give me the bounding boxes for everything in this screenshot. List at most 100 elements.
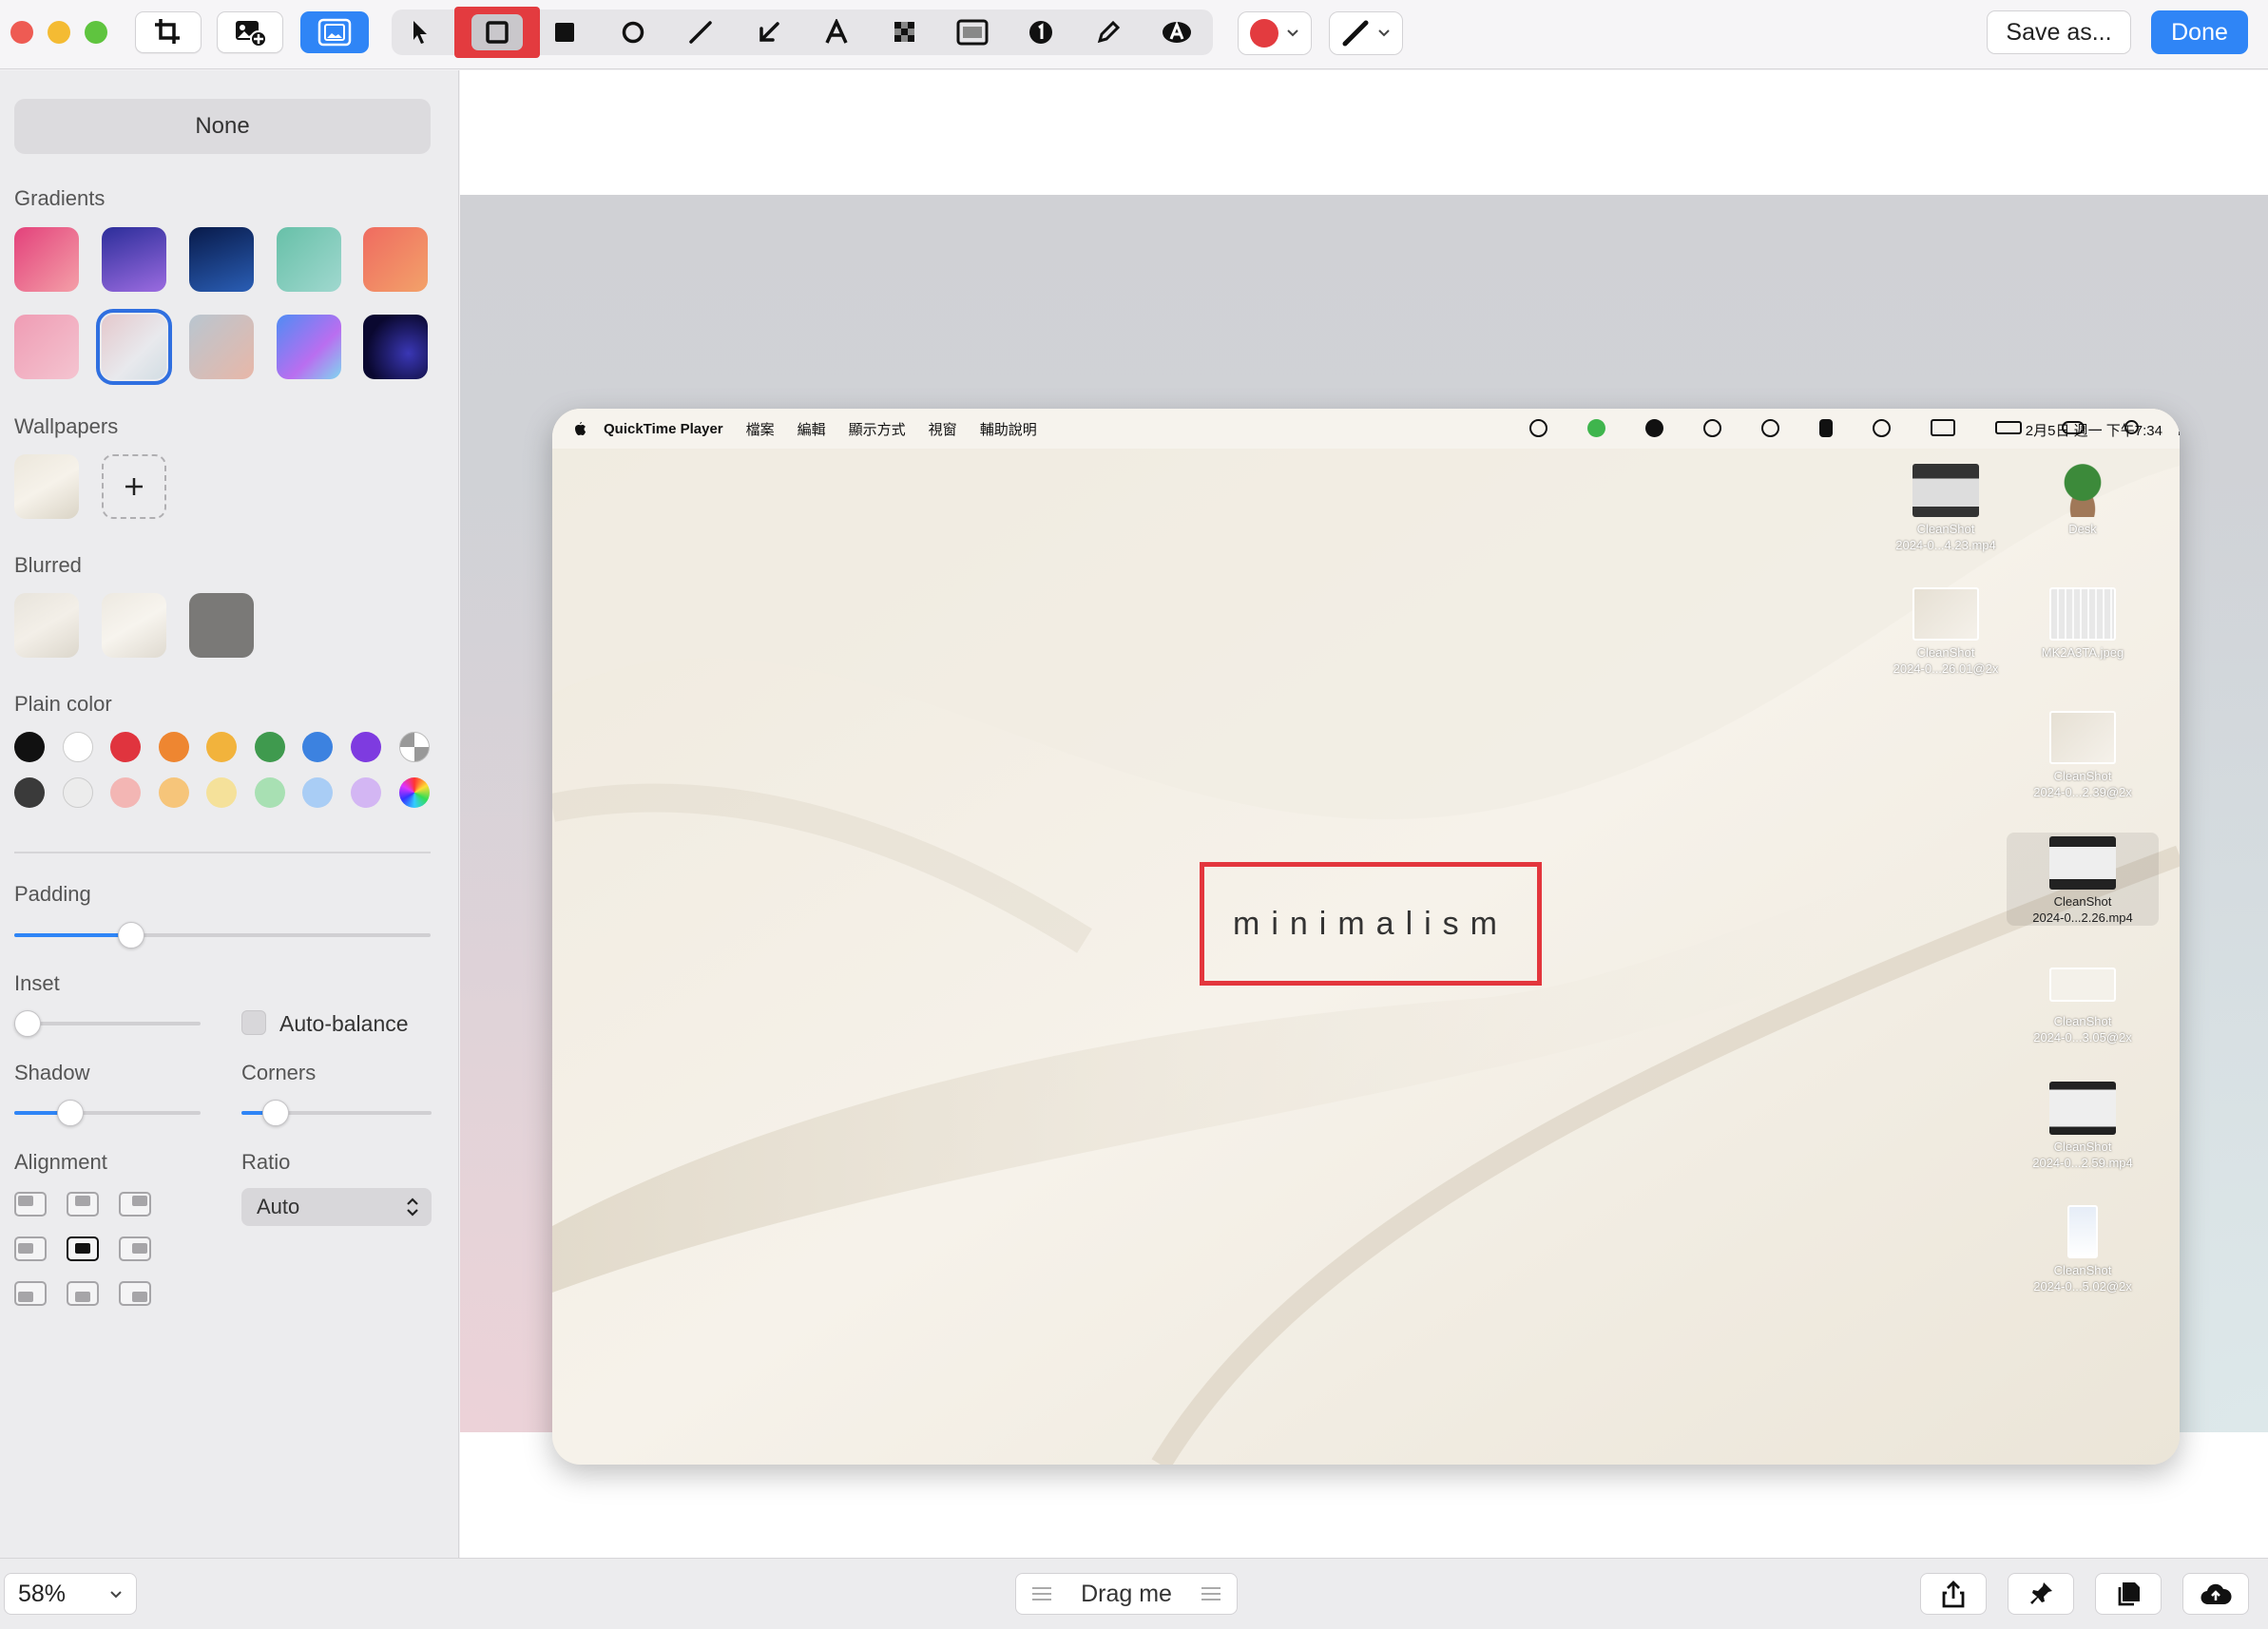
gradient-swatch-4[interactable] bbox=[277, 227, 341, 292]
desktop-icon[interactable]: Desk bbox=[2007, 464, 2159, 537]
plain-color-swatch[interactable] bbox=[14, 777, 45, 808]
desktop-icon-selected[interactable]: CleanShot 2024-0...2.26.mp4 bbox=[2007, 833, 2159, 926]
ratio-select[interactable]: Auto bbox=[241, 1188, 432, 1226]
plain-color-swatch[interactable] bbox=[206, 732, 237, 762]
desktop-icon[interactable]: CleanShot 2024-0...3.05@2x bbox=[2007, 958, 2159, 1045]
inset-slider[interactable] bbox=[14, 1010, 201, 1037]
plain-color-swatch[interactable] bbox=[158, 732, 189, 762]
chevron-down-icon bbox=[1378, 29, 1390, 37]
plain-color-swatch[interactable] bbox=[110, 732, 141, 762]
plain-color-swatch[interactable] bbox=[62, 777, 93, 808]
rectangle-tool[interactable] bbox=[454, 7, 540, 58]
auto-balance-checkbox[interactable] bbox=[241, 1010, 266, 1035]
desktop-icon[interactable]: CleanShot 2024-0...2.39@2x bbox=[2007, 711, 2159, 800]
gradient-swatch-2[interactable] bbox=[102, 227, 166, 292]
desktop-icon[interactable]: CleanShot 2024-0...26.01@2x bbox=[1870, 587, 2022, 677]
alignment-option[interactable] bbox=[67, 1236, 99, 1261]
pencil-tool[interactable] bbox=[1080, 10, 1137, 55]
pointer-tool[interactable] bbox=[392, 10, 449, 55]
close-window-button[interactable] bbox=[10, 21, 33, 44]
padding-slider[interactable] bbox=[14, 922, 431, 949]
stroke-style-dropdown[interactable] bbox=[1329, 11, 1403, 55]
alignment-option[interactable] bbox=[67, 1281, 99, 1306]
plain-color-swatch[interactable] bbox=[302, 777, 333, 808]
gradient-swatch-3[interactable] bbox=[189, 227, 254, 292]
line-tool[interactable] bbox=[672, 10, 729, 55]
pin-button[interactable] bbox=[2008, 1573, 2074, 1615]
background-image-icon bbox=[317, 18, 352, 47]
alignment-option[interactable] bbox=[14, 1192, 47, 1217]
ellipse-icon bbox=[622, 21, 644, 44]
plain-color-swatch[interactable] bbox=[62, 732, 93, 762]
zoom-dropdown[interactable]: 58% bbox=[4, 1573, 137, 1615]
shadow-slider-knob[interactable] bbox=[56, 1100, 84, 1126]
plain-color-swatch[interactable] bbox=[254, 732, 285, 762]
image-plus-icon bbox=[236, 21, 267, 48]
alignment-option[interactable] bbox=[119, 1281, 151, 1306]
gradient-swatch-1[interactable] bbox=[14, 227, 79, 292]
arrow-tool[interactable] bbox=[740, 10, 798, 55]
desktop-icon[interactable]: CleanShot 2024-0...2.59.mp4 bbox=[2007, 1082, 2159, 1171]
alignment-option[interactable] bbox=[67, 1192, 99, 1217]
share-button[interactable] bbox=[1920, 1573, 1987, 1615]
alignment-option[interactable] bbox=[14, 1236, 47, 1261]
filled-rectangle-tool[interactable] bbox=[536, 10, 593, 55]
alignment-option[interactable] bbox=[119, 1236, 151, 1261]
highlighter-tool[interactable] bbox=[1148, 10, 1205, 55]
custom-color-picker[interactable] bbox=[399, 777, 430, 808]
plain-color-swatch[interactable] bbox=[302, 732, 333, 762]
desktop-icon[interactable]: MK2A3TA.jpeg bbox=[2007, 587, 2159, 661]
text-tool[interactable] bbox=[808, 10, 865, 55]
gradient-swatch-5[interactable] bbox=[363, 227, 428, 292]
shadow-slider[interactable] bbox=[14, 1100, 201, 1126]
plain-color-swatch[interactable] bbox=[158, 777, 189, 808]
crop-button[interactable] bbox=[135, 11, 202, 53]
blurred-swatch-3[interactable] bbox=[189, 593, 254, 658]
gradient-swatch-10[interactable] bbox=[363, 315, 428, 379]
inset-slider-knob[interactable] bbox=[14, 1010, 41, 1037]
copy-button[interactable] bbox=[2095, 1573, 2162, 1615]
plain-color-swatch[interactable] bbox=[206, 777, 237, 808]
gradient-swatch-6[interactable] bbox=[14, 315, 79, 379]
plain-color-swatch[interactable] bbox=[350, 777, 381, 808]
gradient-swatch-8[interactable] bbox=[189, 315, 254, 379]
add-wallpaper-button[interactable] bbox=[102, 454, 166, 519]
zoom-window-button[interactable] bbox=[85, 21, 107, 44]
alignment-option[interactable] bbox=[119, 1192, 151, 1217]
alignment-option[interactable] bbox=[14, 1281, 47, 1306]
add-image-button[interactable] bbox=[217, 11, 283, 53]
captured-screenshot[interactable]: QuickTime Player 檔案 編輯 顯示方式 視窗 輔助說明 2月5日… bbox=[552, 409, 2180, 1465]
desktop-icon[interactable]: CleanShot 2024-0...4.23.mp4 bbox=[1870, 464, 2022, 553]
gradient-swatch-9[interactable] bbox=[277, 315, 341, 379]
drag-me-handle[interactable]: Drag me bbox=[1015, 1573, 1238, 1615]
save-as-button[interactable]: Save as... bbox=[1987, 10, 2131, 54]
transparent-color-swatch[interactable] bbox=[399, 732, 430, 762]
plain-color-swatch[interactable] bbox=[14, 732, 45, 762]
none-background-button[interactable]: None bbox=[14, 99, 431, 154]
corners-slider-knob[interactable] bbox=[262, 1100, 289, 1126]
plain-color-swatch[interactable] bbox=[110, 777, 141, 808]
counter-icon bbox=[1029, 21, 1052, 44]
background-tool-button[interactable] bbox=[300, 11, 369, 53]
padding-slider-knob[interactable] bbox=[117, 922, 144, 949]
drag-handle-icon bbox=[1032, 1587, 1052, 1600]
counter-tool[interactable] bbox=[1012, 10, 1069, 55]
rectangle-annotation[interactable]: minimalism bbox=[1200, 862, 1542, 986]
cloud-upload-button[interactable] bbox=[2182, 1573, 2249, 1615]
ellipse-tool[interactable] bbox=[605, 10, 662, 55]
wallpaper-swatch[interactable] bbox=[14, 454, 79, 519]
minimize-window-button[interactable] bbox=[48, 21, 70, 44]
color-picker-dropdown[interactable] bbox=[1238, 11, 1312, 55]
blurred-swatch-2[interactable] bbox=[102, 593, 166, 658]
copy-icon bbox=[2118, 1582, 2140, 1606]
done-button[interactable]: Done bbox=[2151, 10, 2248, 54]
corners-slider[interactable] bbox=[241, 1100, 432, 1126]
spotlight-tool[interactable] bbox=[944, 10, 1001, 55]
blurred-swatch-1[interactable] bbox=[14, 593, 79, 658]
plain-color-swatch[interactable] bbox=[350, 732, 381, 762]
plain-color-label: Plain color bbox=[14, 692, 112, 716]
gradient-swatch-7[interactable] bbox=[96, 309, 172, 385]
pixelate-tool[interactable] bbox=[876, 10, 933, 55]
plain-color-swatch[interactable] bbox=[254, 777, 285, 808]
desktop-icon[interactable]: CleanShot 2024-0...5.02@2x bbox=[2007, 1205, 2159, 1294]
